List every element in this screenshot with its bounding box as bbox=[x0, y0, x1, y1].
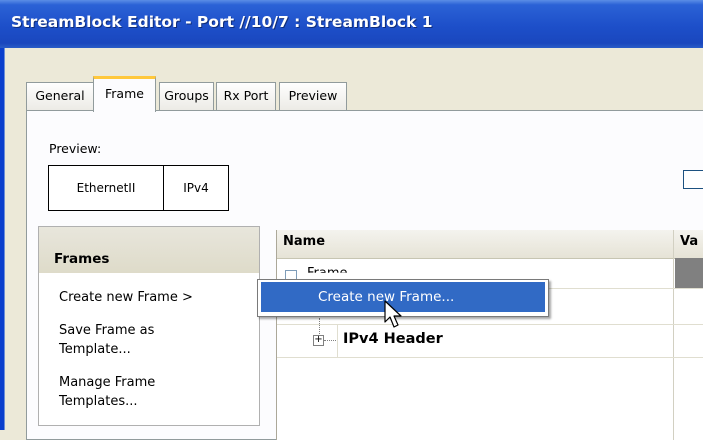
title-bar[interactable]: StreamBlock Editor - Port //10/7 : Strea… bbox=[0, 0, 703, 48]
preview-item-ethernetii[interactable]: EthernetII bbox=[48, 165, 164, 211]
tab-general-label: General bbox=[35, 88, 85, 103]
tree-node-ipv4-header[interactable]: IPv4 Header bbox=[343, 331, 443, 347]
row-divider bbox=[277, 324, 703, 325]
column-value-header[interactable]: Va bbox=[680, 234, 698, 249]
tab-groups[interactable]: Groups bbox=[159, 82, 214, 110]
save-frame-as-template-item[interactable]: Save Frame as Template... bbox=[59, 321, 199, 359]
manage-frame-templates-item[interactable]: Manage Frame Templates... bbox=[59, 373, 199, 411]
plus-expand-icon[interactable]: + bbox=[313, 335, 324, 346]
frames-panel: Frames Create new Frame > Save Frame as … bbox=[38, 226, 260, 426]
tab-groups-label: Groups bbox=[164, 88, 209, 103]
frames-panel-title: Frames bbox=[54, 251, 110, 267]
tab-rx-port-label: Rx Port bbox=[223, 88, 269, 103]
tab-frame-label: Frame bbox=[105, 86, 144, 101]
tree-connector bbox=[324, 340, 336, 341]
preview-item-ipv4[interactable]: IPv4 bbox=[163, 165, 229, 211]
frames-panel-header: Frames bbox=[39, 227, 259, 273]
frame-tree-grid: Name Va Frame + IPv4 Header bbox=[276, 230, 703, 440]
preview-label: Preview: bbox=[49, 141, 102, 156]
create-new-frame-item[interactable]: Create new Frame > bbox=[59, 288, 193, 307]
row-divider bbox=[277, 357, 703, 358]
column-name-header[interactable]: Name bbox=[283, 234, 325, 249]
tab-preview-label: Preview bbox=[288, 88, 338, 103]
checkbox[interactable] bbox=[683, 170, 703, 189]
window-title: StreamBlock Editor - Port //10/7 : Strea… bbox=[11, 13, 433, 31]
mouse-cursor-icon bbox=[384, 300, 402, 328]
window-frame-left bbox=[0, 48, 5, 430]
tree-header: Name Va bbox=[277, 230, 703, 259]
tab-general[interactable]: General bbox=[26, 82, 94, 110]
tab-preview[interactable]: Preview bbox=[279, 82, 347, 110]
tab-rx-port[interactable]: Rx Port bbox=[216, 82, 276, 110]
column-separator bbox=[673, 230, 674, 440]
value-cell-frame bbox=[675, 258, 703, 288]
cell-divider bbox=[337, 325, 338, 357]
tab-frame[interactable]: Frame bbox=[93, 76, 156, 112]
